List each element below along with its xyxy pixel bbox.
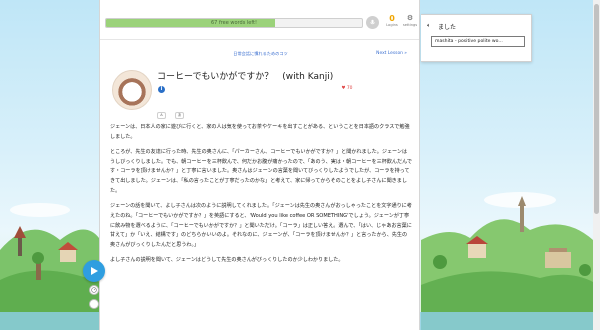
romaji-toggle[interactable]: A — [157, 112, 166, 119]
microphone-button[interactable] — [366, 16, 379, 29]
lesson-article: ジェーンは、日本人の家に遊びに行くと、家の人は気を使ってお茶やケーキを出すことが… — [110, 123, 412, 271]
script-toggles: A あ — [157, 101, 188, 120]
like-button[interactable]: ♥ 70 — [338, 83, 356, 94]
kana-toggle[interactable]: あ — [175, 112, 185, 119]
logins-label: Logins — [386, 23, 398, 27]
settings-button[interactable]: ⚙ settings — [402, 14, 418, 28]
info-icon[interactable]: i — [158, 86, 165, 93]
next-lesson-link[interactable]: Next Lesson » — [376, 49, 407, 59]
top-bar: 67 free words left! 0 Logins ⚙ settings — [100, 0, 419, 40]
speed-icon — [91, 287, 97, 293]
lesson-page: 67 free words left! 0 Logins ⚙ settings … — [99, 0, 420, 330]
lesson-thumbnail — [112, 70, 152, 110]
lesson-nav: 日常会話に慣れるためのコツ Next Lesson » — [100, 49, 419, 59]
play-audio-button[interactable] — [83, 260, 105, 282]
microphone-icon — [370, 19, 375, 25]
gear-icon: ⚙ — [406, 14, 414, 22]
article-paragraph[interactable]: ジェーンは、日本人の家に遊びに行くと、家の人は気を使ってお茶やケーキを出すことが… — [110, 123, 412, 143]
progress-label: 67 free words left! — [211, 20, 257, 26]
article-paragraph[interactable]: ところが、先生の友達に行った時、先生の奥さんに、「パーカーさん、コーヒーでもいか… — [110, 148, 412, 197]
related-lesson-link[interactable]: 日常会話に慣れるためのコツ — [100, 49, 419, 59]
audio-option-button[interactable] — [89, 299, 99, 309]
free-words-progress: 67 free words left! — [105, 18, 363, 28]
like-count: 70 — [346, 86, 353, 91]
logins-counter[interactable]: 0 Logins — [386, 14, 398, 28]
scrollbar-thumb[interactable] — [594, 4, 599, 214]
speaker-icon[interactable]: 🔈︎ — [427, 22, 431, 30]
settings-label: settings — [402, 23, 418, 27]
heart-icon: ♥ — [341, 86, 346, 91]
article-paragraph[interactable]: ジェーンの話を聞いて、よし子さんは次のように説明してくれました。「ジェーンは先生… — [110, 202, 412, 251]
dictionary-panel: 🔈︎ ました mashita - positive polite wo... — [421, 14, 532, 62]
logins-count: 0 — [389, 14, 395, 23]
article-paragraph[interactable]: よし子さんの説明を聞いて、ジェーンはどうして先生の奥さんがびっくりしたのか少しわ… — [110, 256, 412, 266]
dictionary-word: ました — [438, 24, 457, 31]
page-scrollbar[interactable] — [593, 0, 600, 330]
definition-field[interactable]: mashita - positive polite wo... — [431, 36, 525, 47]
playback-speed-button[interactable] — [89, 285, 99, 295]
lesson-title: コーヒーでもいかがですか？ (with Kanji) — [157, 72, 334, 82]
play-icon — [91, 267, 98, 275]
